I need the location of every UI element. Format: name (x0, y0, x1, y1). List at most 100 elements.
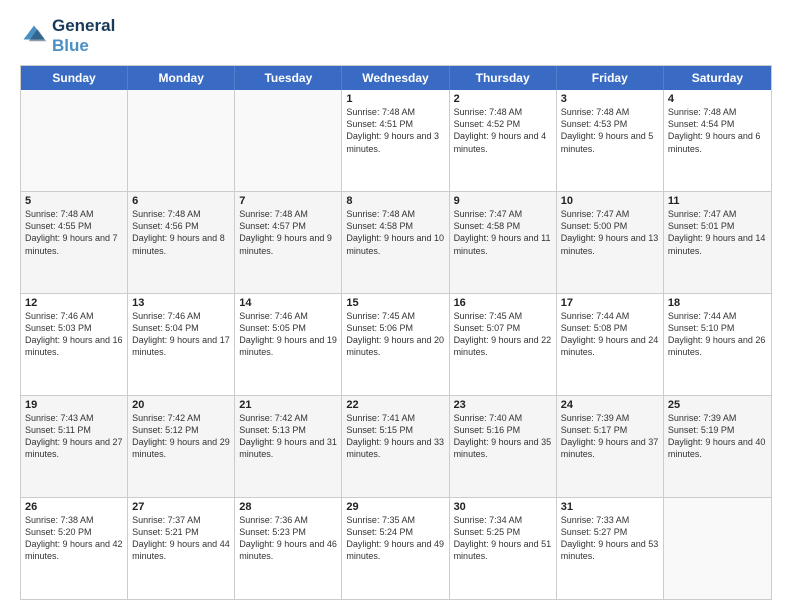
calendar-page: General Blue SundayMondayTuesdayWednesda… (0, 0, 792, 612)
day-number: 23 (454, 399, 552, 411)
cell-info: Sunrise: 7:45 AMSunset: 5:07 PMDaylight:… (454, 310, 552, 359)
cal-cell-4-2: 28Sunrise: 7:36 AMSunset: 5:23 PMDayligh… (235, 498, 342, 599)
calendar-header: SundayMondayTuesdayWednesdayThursdayFrid… (21, 66, 771, 90)
cal-cell-0-4: 2Sunrise: 7:48 AMSunset: 4:52 PMDaylight… (450, 90, 557, 191)
day-number: 4 (668, 93, 767, 105)
cell-info: Sunrise: 7:35 AMSunset: 5:24 PMDaylight:… (346, 514, 444, 563)
cell-info: Sunrise: 7:47 AMSunset: 5:00 PMDaylight:… (561, 208, 659, 257)
day-number: 10 (561, 195, 659, 207)
cell-info: Sunrise: 7:38 AMSunset: 5:20 PMDaylight:… (25, 514, 123, 563)
cal-cell-1-4: 9Sunrise: 7:47 AMSunset: 4:58 PMDaylight… (450, 192, 557, 293)
logo-icon (20, 22, 48, 50)
day-number: 31 (561, 501, 659, 513)
cal-cell-0-6: 4Sunrise: 7:48 AMSunset: 4:54 PMDaylight… (664, 90, 771, 191)
day-number: 29 (346, 501, 444, 513)
day-number: 5 (25, 195, 123, 207)
cal-cell-4-5: 31Sunrise: 7:33 AMSunset: 5:27 PMDayligh… (557, 498, 664, 599)
cell-info: Sunrise: 7:44 AMSunset: 5:08 PMDaylight:… (561, 310, 659, 359)
cal-cell-3-4: 23Sunrise: 7:40 AMSunset: 5:16 PMDayligh… (450, 396, 557, 497)
day-number: 17 (561, 297, 659, 309)
cal-cell-0-2 (235, 90, 342, 191)
cell-info: Sunrise: 7:48 AMSunset: 4:55 PMDaylight:… (25, 208, 123, 257)
day-number: 13 (132, 297, 230, 309)
cell-info: Sunrise: 7:48 AMSunset: 4:54 PMDaylight:… (668, 106, 767, 155)
cell-info: Sunrise: 7:47 AMSunset: 4:58 PMDaylight:… (454, 208, 552, 257)
day-number: 19 (25, 399, 123, 411)
cal-cell-2-0: 12Sunrise: 7:46 AMSunset: 5:03 PMDayligh… (21, 294, 128, 395)
cell-info: Sunrise: 7:39 AMSunset: 5:17 PMDaylight:… (561, 412, 659, 461)
cal-cell-1-0: 5Sunrise: 7:48 AMSunset: 4:55 PMDaylight… (21, 192, 128, 293)
cal-cell-4-0: 26Sunrise: 7:38 AMSunset: 5:20 PMDayligh… (21, 498, 128, 599)
cal-cell-3-0: 19Sunrise: 7:43 AMSunset: 5:11 PMDayligh… (21, 396, 128, 497)
cal-cell-2-6: 18Sunrise: 7:44 AMSunset: 5:10 PMDayligh… (664, 294, 771, 395)
cal-cell-3-2: 21Sunrise: 7:42 AMSunset: 5:13 PMDayligh… (235, 396, 342, 497)
cal-cell-1-5: 10Sunrise: 7:47 AMSunset: 5:00 PMDayligh… (557, 192, 664, 293)
cal-cell-3-3: 22Sunrise: 7:41 AMSunset: 5:15 PMDayligh… (342, 396, 449, 497)
cell-info: Sunrise: 7:36 AMSunset: 5:23 PMDaylight:… (239, 514, 337, 563)
cell-info: Sunrise: 7:34 AMSunset: 5:25 PMDaylight:… (454, 514, 552, 563)
cell-info: Sunrise: 7:48 AMSunset: 4:57 PMDaylight:… (239, 208, 337, 257)
cell-info: Sunrise: 7:43 AMSunset: 5:11 PMDaylight:… (25, 412, 123, 461)
cal-cell-1-1: 6Sunrise: 7:48 AMSunset: 4:56 PMDaylight… (128, 192, 235, 293)
day-number: 9 (454, 195, 552, 207)
cal-cell-0-0 (21, 90, 128, 191)
day-number: 24 (561, 399, 659, 411)
cal-cell-3-5: 24Sunrise: 7:39 AMSunset: 5:17 PMDayligh… (557, 396, 664, 497)
day-number: 8 (346, 195, 444, 207)
cal-cell-4-4: 30Sunrise: 7:34 AMSunset: 5:25 PMDayligh… (450, 498, 557, 599)
cell-info: Sunrise: 7:45 AMSunset: 5:06 PMDaylight:… (346, 310, 444, 359)
calendar-row-3: 19Sunrise: 7:43 AMSunset: 5:11 PMDayligh… (21, 396, 771, 498)
cal-cell-4-6 (664, 498, 771, 599)
calendar-row-0: 1Sunrise: 7:48 AMSunset: 4:51 PMDaylight… (21, 90, 771, 192)
day-number: 2 (454, 93, 552, 105)
day-number: 1 (346, 93, 444, 105)
header-day-tuesday: Tuesday (235, 66, 342, 90)
day-number: 15 (346, 297, 444, 309)
cell-info: Sunrise: 7:39 AMSunset: 5:19 PMDaylight:… (668, 412, 767, 461)
header-day-monday: Monday (128, 66, 235, 90)
cal-cell-1-2: 7Sunrise: 7:48 AMSunset: 4:57 PMDaylight… (235, 192, 342, 293)
cell-info: Sunrise: 7:46 AMSunset: 5:05 PMDaylight:… (239, 310, 337, 359)
day-number: 7 (239, 195, 337, 207)
header-day-wednesday: Wednesday (342, 66, 449, 90)
day-number: 26 (25, 501, 123, 513)
logo-text: General Blue (52, 16, 115, 55)
day-number: 21 (239, 399, 337, 411)
cell-info: Sunrise: 7:46 AMSunset: 5:04 PMDaylight:… (132, 310, 230, 359)
day-number: 3 (561, 93, 659, 105)
day-number: 14 (239, 297, 337, 309)
header-day-saturday: Saturday (664, 66, 771, 90)
cell-info: Sunrise: 7:47 AMSunset: 5:01 PMDaylight:… (668, 208, 767, 257)
cal-cell-3-6: 25Sunrise: 7:39 AMSunset: 5:19 PMDayligh… (664, 396, 771, 497)
calendar-row-4: 26Sunrise: 7:38 AMSunset: 5:20 PMDayligh… (21, 498, 771, 599)
day-number: 27 (132, 501, 230, 513)
cal-cell-4-1: 27Sunrise: 7:37 AMSunset: 5:21 PMDayligh… (128, 498, 235, 599)
cal-cell-0-5: 3Sunrise: 7:48 AMSunset: 4:53 PMDaylight… (557, 90, 664, 191)
day-number: 6 (132, 195, 230, 207)
day-number: 18 (668, 297, 767, 309)
cell-info: Sunrise: 7:41 AMSunset: 5:15 PMDaylight:… (346, 412, 444, 461)
cell-info: Sunrise: 7:37 AMSunset: 5:21 PMDaylight:… (132, 514, 230, 563)
day-number: 11 (668, 195, 767, 207)
day-number: 12 (25, 297, 123, 309)
day-number: 30 (454, 501, 552, 513)
logo: General Blue (20, 16, 115, 55)
cell-info: Sunrise: 7:42 AMSunset: 5:13 PMDaylight:… (239, 412, 337, 461)
cal-cell-2-3: 15Sunrise: 7:45 AMSunset: 5:06 PMDayligh… (342, 294, 449, 395)
header-day-thursday: Thursday (450, 66, 557, 90)
cell-info: Sunrise: 7:48 AMSunset: 4:56 PMDaylight:… (132, 208, 230, 257)
cal-cell-3-1: 20Sunrise: 7:42 AMSunset: 5:12 PMDayligh… (128, 396, 235, 497)
cal-cell-2-2: 14Sunrise: 7:46 AMSunset: 5:05 PMDayligh… (235, 294, 342, 395)
day-number: 16 (454, 297, 552, 309)
header-day-friday: Friday (557, 66, 664, 90)
cell-info: Sunrise: 7:44 AMSunset: 5:10 PMDaylight:… (668, 310, 767, 359)
header-day-sunday: Sunday (21, 66, 128, 90)
calendar-row-2: 12Sunrise: 7:46 AMSunset: 5:03 PMDayligh… (21, 294, 771, 396)
cell-info: Sunrise: 7:42 AMSunset: 5:12 PMDaylight:… (132, 412, 230, 461)
cell-info: Sunrise: 7:33 AMSunset: 5:27 PMDaylight:… (561, 514, 659, 563)
cell-info: Sunrise: 7:48 AMSunset: 4:53 PMDaylight:… (561, 106, 659, 155)
page-header: General Blue (20, 16, 772, 55)
cell-info: Sunrise: 7:48 AMSunset: 4:51 PMDaylight:… (346, 106, 444, 155)
cal-cell-1-6: 11Sunrise: 7:47 AMSunset: 5:01 PMDayligh… (664, 192, 771, 293)
calendar: SundayMondayTuesdayWednesdayThursdayFrid… (20, 65, 772, 600)
